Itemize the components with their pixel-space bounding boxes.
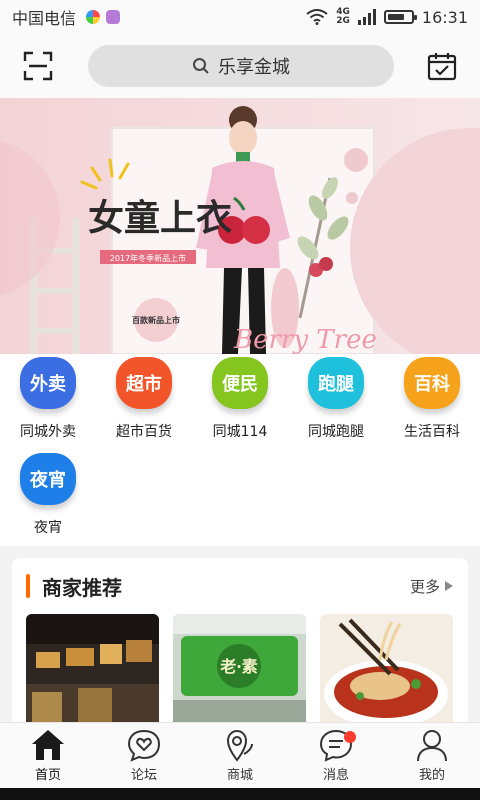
category-grid: 外卖 同城外卖 超市 超市百货 便民 同城114 跑腿 同城跑腿 百科 生活百科… (0, 354, 480, 546)
category-services[interactable]: 便民 同城114 (192, 357, 288, 441)
network-type: 4G 2G (336, 7, 350, 26)
category-encyclopedia[interactable]: 百科 生活百科 (384, 357, 480, 441)
bottom-nav: 首页 论坛 商城 消息 我的 (0, 722, 480, 788)
category-label: 生活百科 (404, 424, 460, 440)
merchant-section: 商家推荐 更多 老·素 (12, 558, 468, 730)
storefront-photo (26, 614, 159, 730)
clock: 16:31 (421, 7, 468, 27)
calendar-check-icon (427, 53, 457, 81)
triangle-right-icon (445, 581, 453, 591)
scan-icon (23, 51, 53, 81)
tab-messages[interactable]: 消息 (288, 723, 384, 788)
restaurant-sign-photo: 老·素 (173, 614, 306, 730)
search-bar[interactable]: 乐享金城 (88, 45, 394, 87)
svg-text:老·素: 老·素 (219, 657, 258, 676)
promo-banner[interactable]: 女童上衣 2017年冬季新品上市 百款新品上市 Berry Tree (0, 98, 480, 354)
more-link[interactable]: 更多 (410, 576, 454, 597)
takeout-badge-icon: 外卖 (20, 357, 76, 409)
unread-dot (344, 731, 356, 743)
top-bar: 乐享金城 (0, 34, 480, 98)
search-text: 乐享金城 (218, 57, 290, 78)
status-bar: 中国电信 4G 2G 16:31 (0, 0, 480, 34)
section-accent-bar (26, 574, 30, 598)
banner-script: Berry Tree (233, 325, 377, 354)
wifi-icon (306, 9, 328, 25)
banner-artwork: 女童上衣 2017年冬季新品上市 百款新品上市 Berry Tree (0, 98, 480, 354)
calendar-button[interactable] (424, 48, 460, 84)
user-icon (417, 730, 447, 762)
banner-headline: 女童上衣 (88, 197, 232, 239)
search-icon (193, 58, 209, 74)
category-label: 同城114 (212, 424, 268, 440)
merchant-header: 商家推荐 更多 (12, 558, 468, 614)
merchant-card[interactable] (320, 614, 453, 730)
merchant-card[interactable] (26, 614, 159, 730)
services-badge-icon: 便民 (212, 357, 268, 409)
category-label: 同城跑腿 (308, 424, 364, 440)
signal-icon (357, 9, 376, 25)
category-errands[interactable]: 跑腿 同城跑腿 (288, 357, 384, 441)
late-night-badge-icon: 夜宵 (20, 453, 76, 505)
category-supermarket[interactable]: 超市 超市百货 (96, 357, 192, 441)
map-pin-icon (226, 729, 253, 762)
app-notification-icon (86, 10, 101, 24)
merchant-cards: 老·素 (12, 614, 468, 730)
battery-icon (383, 10, 417, 24)
tab-forum[interactable]: 论坛 (96, 723, 192, 788)
gallery-notification-icon (106, 10, 121, 24)
category-label: 夜宵 (34, 520, 62, 536)
encyclopedia-badge-icon: 百科 (404, 357, 460, 409)
heart-chat-icon (127, 729, 161, 762)
system-nav-bar (0, 788, 480, 800)
category-label: 超市百货 (116, 424, 172, 440)
category-late-night[interactable]: 夜宵 夜宵 (0, 453, 96, 537)
section-title: 商家推荐 (42, 575, 122, 600)
carrier-name: 中国电信 (12, 9, 77, 28)
banner-caption: 百款新品上市 (132, 315, 180, 325)
category-label: 同城外卖 (20, 424, 76, 440)
noodle-dish-photo (320, 614, 453, 730)
home-icon (32, 730, 64, 760)
merchant-card[interactable]: 老·素 (173, 614, 306, 730)
scan-button[interactable] (20, 48, 56, 84)
tab-profile[interactable]: 我的 (384, 723, 480, 788)
tab-mall[interactable]: 商城 (192, 723, 288, 788)
errands-badge-icon: 跑腿 (308, 357, 364, 409)
tab-home[interactable]: 首页 (0, 723, 96, 788)
supermarket-badge-icon: 超市 (116, 357, 172, 409)
category-takeout[interactable]: 外卖 同城外卖 (0, 357, 96, 441)
banner-tag: 2017年冬季新品上市 (110, 253, 186, 263)
